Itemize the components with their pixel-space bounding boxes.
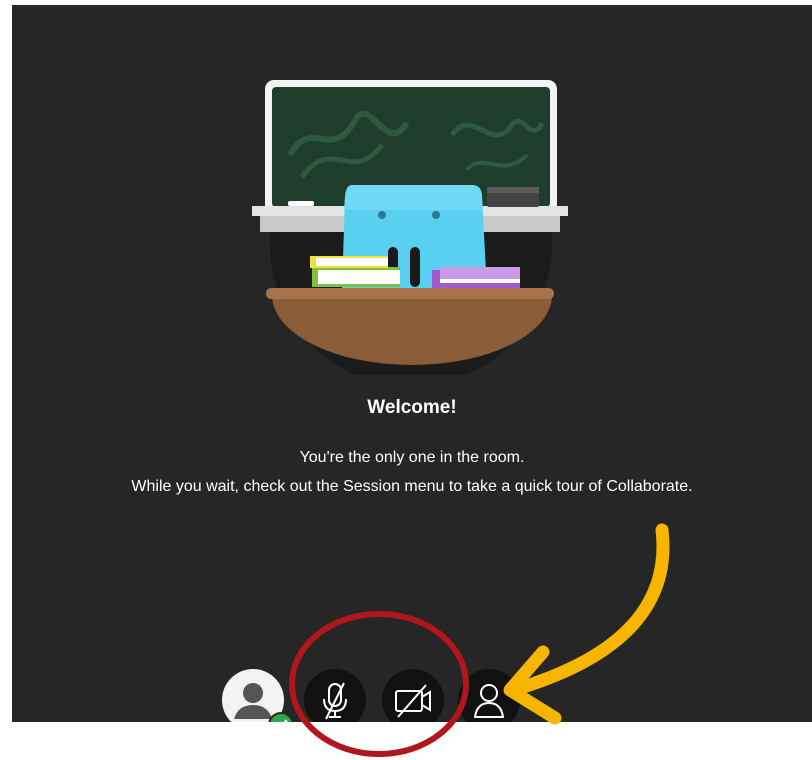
my-status-avatar-button[interactable]	[222, 669, 284, 722]
camera-off-icon	[395, 684, 431, 718]
collaborate-room: Welcome! You're the only one in the room…	[12, 5, 812, 722]
welcome-title: Welcome!	[367, 397, 457, 418]
microphone-muted-icon	[323, 682, 347, 720]
classroom-illustration	[252, 80, 568, 375]
camera-toggle-button[interactable]	[382, 669, 444, 722]
welcome-message: You're the only one in the room.	[299, 449, 525, 466]
user-avatar-icon	[234, 683, 272, 719]
microphone-toggle-button[interactable]	[304, 669, 366, 722]
welcome-instructions: While you wait, check out the Session me…	[131, 478, 693, 495]
share-content-icon	[473, 684, 505, 718]
share-content-button[interactable]	[458, 669, 520, 722]
